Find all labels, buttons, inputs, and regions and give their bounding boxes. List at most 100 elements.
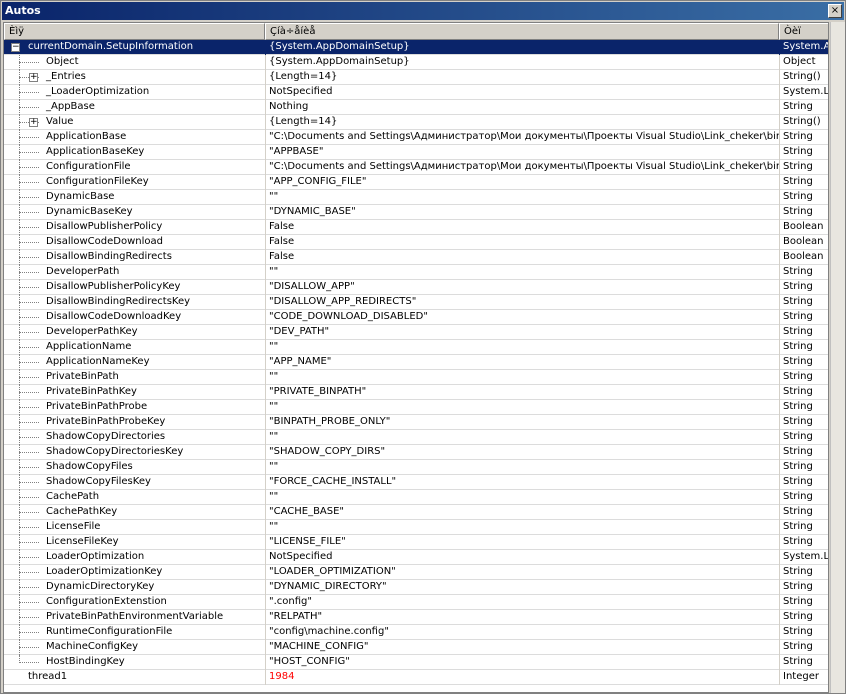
row-value[interactable]: "HOST_CONFIG" xyxy=(265,655,779,670)
row-value[interactable]: NotSpecified xyxy=(265,85,779,100)
table-row[interactable]: _AppBase Nothing String xyxy=(4,100,828,115)
table-row[interactable]: PrivateBinPathProbe "" String xyxy=(4,400,828,415)
table-row[interactable]: LoaderOptimization NotSpecifiedSystem.Lo xyxy=(4,550,828,565)
tree-line xyxy=(19,437,39,438)
table-row[interactable]: CachePath "" String xyxy=(4,490,828,505)
row-value[interactable]: "" xyxy=(265,520,779,535)
row-type: String xyxy=(779,295,828,310)
vertical-scrollbar[interactable] xyxy=(830,22,845,693)
row-value[interactable]: "CACHE_BASE" xyxy=(265,505,779,520)
table-row[interactable]: PrivateBinPathProbeKey "BINPATH_PROBE_ONL… xyxy=(4,415,828,430)
row-value[interactable]: {Length=14} xyxy=(265,70,779,85)
row-value[interactable]: "SHADOW_COPY_DIRS" xyxy=(265,445,779,460)
row-value[interactable]: "APP_NAME" xyxy=(265,355,779,370)
table-row[interactable]: CachePathKey "CACHE_BASE" String xyxy=(4,505,828,520)
table-row[interactable]: LicenseFile "" String xyxy=(4,520,828,535)
row-value[interactable]: "APP_CONFIG_FILE" xyxy=(265,175,779,190)
row-value[interactable]: {System.AppDomainSetup} xyxy=(265,40,779,55)
table-row[interactable]: DeveloperPathKey "DEV_PATH" String xyxy=(4,325,828,340)
row-value[interactable]: "" xyxy=(265,265,779,280)
row-value[interactable]: 1984 xyxy=(265,670,779,685)
table-row[interactable]: ApplicationName "" String xyxy=(4,340,828,355)
table-row[interactable]: + _Entries {Length=14} String() xyxy=(4,70,828,85)
row-value[interactable]: "MACHINE_CONFIG" xyxy=(265,640,779,655)
row-value[interactable]: "" xyxy=(265,490,779,505)
column-header-name[interactable]: Èìÿ xyxy=(4,23,265,40)
table-row[interactable]: ConfigurationFile "C:\Documents and Setti… xyxy=(4,160,828,175)
table-row[interactable]: ShadowCopyFiles "" String xyxy=(4,460,828,475)
row-value[interactable]: Nothing xyxy=(265,100,779,115)
row-name-cell: ShadowCopyFilesKey xyxy=(4,475,265,490)
row-value[interactable]: "DISALLOW_APP_REDIRECTS" xyxy=(265,295,779,310)
table-row[interactable]: ConfigurationExtenstion ".config" String xyxy=(4,595,828,610)
row-value[interactable]: ".config" xyxy=(265,595,779,610)
table-row[interactable]: DisallowPublisherPolicy False Boolean xyxy=(4,220,828,235)
collapse-icon[interactable]: − xyxy=(11,43,20,52)
tree-line xyxy=(19,182,39,183)
table-row[interactable]: DynamicBaseKey "DYNAMIC_BASE" String xyxy=(4,205,828,220)
row-value[interactable]: "BINPATH_PROBE_ONLY" xyxy=(265,415,779,430)
table-row[interactable]: PrivateBinPathEnvironmentVariable "RELPAT… xyxy=(4,610,828,625)
row-value[interactable]: "RELPATH" xyxy=(265,610,779,625)
table-row[interactable]: ShadowCopyFilesKey "FORCE_CACHE_INSTALL" S… xyxy=(4,475,828,490)
table-row[interactable]: ApplicationBaseKey "APPBASE" String xyxy=(4,145,828,160)
row-value[interactable]: "config\machine.config" xyxy=(265,625,779,640)
table-row[interactable]: HostBindingKey "HOST_CONFIG" String xyxy=(4,655,828,670)
table-row[interactable]: MachineConfigKey "MACHINE_CONFIG" String xyxy=(4,640,828,655)
row-value[interactable]: "" xyxy=(265,190,779,205)
row-value[interactable]: "" xyxy=(265,400,779,415)
table-row[interactable]: + Value {Length=14} String() xyxy=(4,115,828,130)
column-header-value[interactable]: Çíà÷åíèå xyxy=(265,23,779,40)
table-row[interactable]: ShadowCopyDirectoriesKey "SHADOW_COPY_DIR… xyxy=(4,445,828,460)
row-value[interactable]: "APPBASE" xyxy=(265,145,779,160)
row-value[interactable]: "DISALLOW_APP" xyxy=(265,280,779,295)
row-value[interactable]: "" xyxy=(265,460,779,475)
row-value[interactable]: "LICENSE_FILE" xyxy=(265,535,779,550)
row-value[interactable]: False xyxy=(265,235,779,250)
row-type: String xyxy=(779,385,828,400)
table-row[interactable]: DisallowPublisherPolicyKey "DISALLOW_APP"… xyxy=(4,280,828,295)
row-value[interactable]: "" xyxy=(265,370,779,385)
window-titlebar[interactable]: Autos × xyxy=(2,2,844,20)
row-value[interactable]: "DYNAMIC_DIRECTORY" xyxy=(265,580,779,595)
table-row[interactable]: DisallowBindingRedirectsKey "DISALLOW_APP… xyxy=(4,295,828,310)
row-value[interactable]: {System.AppDomainSetup} xyxy=(265,55,779,70)
row-value[interactable]: {Length=14} xyxy=(265,115,779,130)
expand-icon[interactable]: + xyxy=(29,73,38,82)
column-header-type[interactable]: Òèï xyxy=(779,23,828,40)
table-row[interactable]: RuntimeConfigurationFile "config\machine.… xyxy=(4,625,828,640)
table-row[interactable]: LicenseFileKey "LICENSE_FILE" String xyxy=(4,535,828,550)
table-row[interactable]: ApplicationNameKey "APP_NAME" String xyxy=(4,355,828,370)
table-row[interactable]: DynamicDirectoryKey "DYNAMIC_DIRECTORY" St… xyxy=(4,580,828,595)
row-value[interactable]: False xyxy=(265,220,779,235)
table-row[interactable]: Object {System.AppDomainSetup} Object xyxy=(4,55,828,70)
table-row[interactable]: DisallowCodeDownloadKey "CODE_DOWNLOAD_DI… xyxy=(4,310,828,325)
table-row[interactable]: PrivateBinPath "" String xyxy=(4,370,828,385)
table-row[interactable]: DynamicBase "" String xyxy=(4,190,828,205)
table-row[interactable]: _LoaderOptimization NotSpecifiedSystem.Lo xyxy=(4,85,828,100)
table-row[interactable]: ConfigurationFileKey "APP_CONFIG_FILE" Str… xyxy=(4,175,828,190)
table-row[interactable]: − currentDomain.SetupInformation {System.A… xyxy=(4,40,828,55)
table-row[interactable]: DeveloperPath "" String xyxy=(4,265,828,280)
table-row[interactable]: thread1 1984 Integer xyxy=(4,670,828,685)
row-value[interactable]: "PRIVATE_BINPATH" xyxy=(265,385,779,400)
close-button[interactable]: × xyxy=(828,4,842,18)
row-value[interactable]: "" xyxy=(265,430,779,445)
row-value[interactable]: "FORCE_CACHE_INSTALL" xyxy=(265,475,779,490)
table-row[interactable]: ShadowCopyDirectories "" String xyxy=(4,430,828,445)
row-value[interactable]: "CODE_DOWNLOAD_DISABLED" xyxy=(265,310,779,325)
row-value[interactable]: "C:\Documents and Settings\Администратор… xyxy=(265,160,779,175)
expand-icon[interactable]: + xyxy=(29,118,38,127)
row-value[interactable]: False xyxy=(265,250,779,265)
row-value[interactable]: "DEV_PATH" xyxy=(265,325,779,340)
table-row[interactable]: DisallowCodeDownload False Boolean xyxy=(4,235,828,250)
table-row[interactable]: PrivateBinPathKey "PRIVATE_BINPATH" String xyxy=(4,385,828,400)
table-row[interactable]: LoaderOptimizationKey "LOADER_OPTIMIZATIO… xyxy=(4,565,828,580)
row-value[interactable]: "" xyxy=(265,340,779,355)
row-value[interactable]: "LOADER_OPTIMIZATION" xyxy=(265,565,779,580)
row-value[interactable]: "C:\Documents and Settings\Администратор… xyxy=(265,130,779,145)
table-row[interactable]: ApplicationBase "C:\Documents and Setting… xyxy=(4,130,828,145)
row-value[interactable]: "DYNAMIC_BASE" xyxy=(265,205,779,220)
row-value[interactable]: NotSpecified xyxy=(265,550,779,565)
table-row[interactable]: DisallowBindingRedirects False Boolean xyxy=(4,250,828,265)
